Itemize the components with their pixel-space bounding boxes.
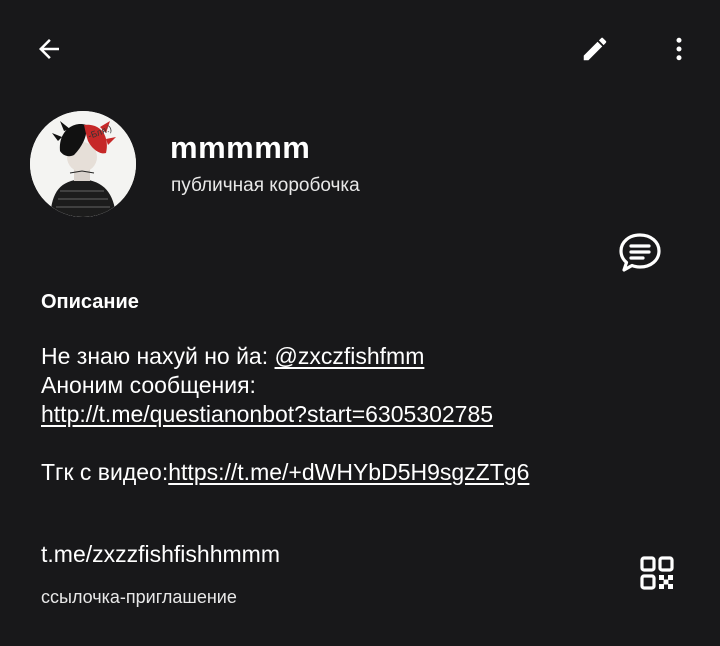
channel-type: публичная коробочка [171,175,360,196]
channel-name: mmmmm [170,130,311,165]
description-text: Тгк с видео: [41,459,169,485]
more-vertical-icon [664,34,694,69]
description-heading: Описание [41,291,139,313]
description-line-1: Не знаю нахуй но йа: @zxczfishfmm [41,342,681,371]
qr-code-icon [639,555,675,596]
username-link[interactable]: @zxczfishfmm [275,343,425,369]
qr-code-button[interactable] [634,552,680,598]
description-line-3: http://t.me/questianonbot?start=63053027… [41,400,681,429]
chat-bubble-icon [617,231,663,280]
avatar[interactable]: -Бля:) [30,111,136,217]
back-button[interactable] [26,28,72,74]
discussion-button[interactable] [614,231,666,279]
invite-link[interactable]: t.me/zxzzfishfishhmmm [41,541,280,568]
channel-video-link[interactable]: https://t.me/+dWHYbD5H9sgzZTg6 [168,459,529,485]
description-line-2: Аноним сообщения: [41,372,256,398]
description-body: Не знаю нахуй но йа: @zxczfishfmm Аноним… [41,342,681,487]
description-text: Не знаю нахуй но йа: [41,343,275,369]
edit-button[interactable] [572,28,618,74]
bot-link[interactable]: http://t.me/questianonbot?start=63053027… [41,401,493,427]
invite-link-label: ссылочка-приглашение [41,587,237,607]
arrow-left-icon [34,34,64,69]
more-options-button[interactable] [656,28,702,74]
pencil-icon [580,34,610,69]
description-line-5: Тгк с видео:https://t.me/+dWHYbD5H9sgzZT… [41,458,681,487]
avatar-drawing: -Бля:) [30,111,136,217]
